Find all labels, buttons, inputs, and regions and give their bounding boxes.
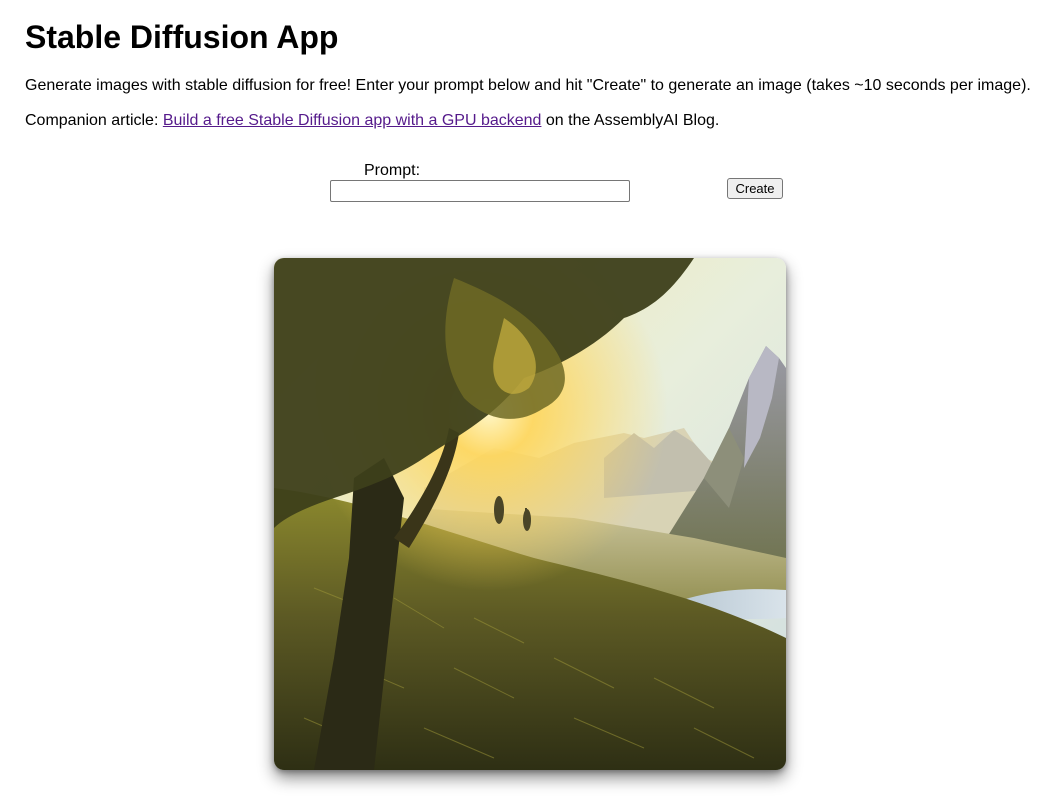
prompt-label: Prompt: [364,162,421,179]
companion-prefix: Companion article: [25,112,163,129]
companion-article-link[interactable]: Build a free Stable Diffusion app with a… [163,112,542,129]
page-title: Stable Diffusion App [25,19,339,55]
prompt-input[interactable] [330,180,630,202]
create-button[interactable]: Create [727,178,783,199]
companion-suffix: on the AssemblyAI Blog. [541,112,720,129]
generated-landscape-image [274,258,786,770]
generated-image [274,258,786,770]
intro-text: Generate images with stable diffusion fo… [25,77,1031,94]
companion-article-line: Companion article: Build a free Stable D… [25,111,719,131]
